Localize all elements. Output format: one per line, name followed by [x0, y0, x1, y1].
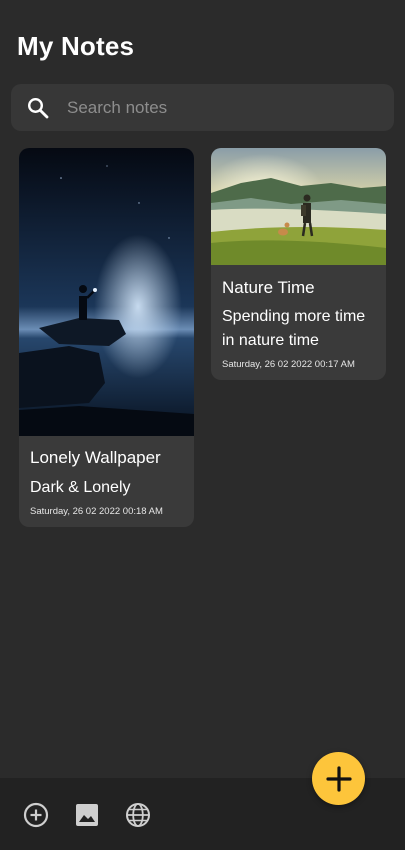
note-card[interactable]: Nature Time Spending more time in nature… [211, 148, 386, 380]
note-card[interactable]: Lonely Wallpaper Dark & Lonely Saturday,… [19, 148, 194, 527]
note-subtitle: Spending more time in nature time [222, 308, 366, 349]
note-subtitle: Dark & Lonely [30, 479, 131, 496]
image-icon[interactable] [74, 802, 100, 828]
notes-screen: My Notes Search notes Lonely Wallpaper D… [0, 0, 405, 850]
note-date: Saturday, 26 02 2022 00:17 AM [222, 359, 355, 370]
search-bar[interactable] [11, 84, 394, 131]
add-note-button[interactable] [312, 752, 365, 805]
note-date: Saturday, 26 02 2022 00:18 AM [30, 506, 163, 517]
note-title: Lonely Wallpaper [30, 448, 161, 467]
search-icon [27, 97, 49, 118]
search-input[interactable] [67, 84, 394, 131]
night-lake-silhouette-image [19, 148, 194, 436]
plus-icon [325, 765, 352, 792]
page-title: My Notes [17, 31, 135, 61]
hiker-lake-landscape-image [211, 148, 386, 265]
globe-icon[interactable] [125, 802, 151, 828]
add-circle-icon[interactable] [23, 802, 49, 828]
note-title: Nature Time [222, 278, 315, 297]
